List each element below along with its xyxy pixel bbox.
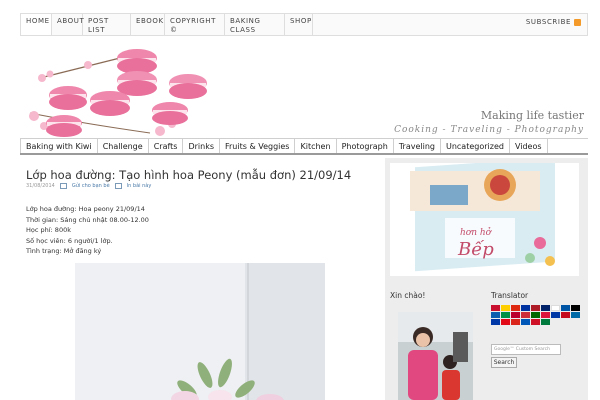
nav-shop[interactable]: SHOP [285,14,313,35]
flag-icon[interactable] [561,312,570,318]
cat-videos[interactable]: Videos [510,139,548,153]
flag-icon[interactable] [501,305,510,311]
nav-home[interactable]: HOME [21,14,52,35]
main-content: Lớp hoa đường: Tạo hình hoa Peony (mẫu đ… [20,158,383,400]
translator-flags [491,305,585,325]
svg-text:hơn hở: hơn hở [460,227,493,238]
post-meta: 31/08/2014 Gửi cho bạn bè In bài này [26,183,151,189]
flag-icon[interactable] [541,319,550,325]
post-body: Lớp hoa đường: Hoa peony 21/09/14 Thời g… [26,204,149,257]
cat-crafts[interactable]: Crafts [149,139,184,153]
search-button[interactable]: Search [491,357,517,368]
author-photo [398,312,473,400]
flag-icon[interactable] [571,305,580,311]
category-nav: Baking with Kiwi Challenge Crafts Drinks… [20,138,588,155]
flag-icon[interactable] [511,319,520,325]
flag-icon[interactable] [491,319,500,325]
post-title[interactable]: Lớp hoa đường: Tạo hình hoa Peony (mẫu đ… [26,168,351,182]
search-input[interactable]: Google™ Custom Search [491,344,561,355]
cat-kitchen[interactable]: Kitchen [295,139,337,153]
ebook-cover-image[interactable]: hơn hở Bếp [390,163,579,276]
flag-icon[interactable] [531,319,540,325]
send-to-friend-link[interactable]: Gửi cho bạn bè [72,183,110,189]
macarons-banner-image[interactable] [20,38,215,138]
flag-icon[interactable] [571,312,580,318]
post-line-class: Lớp hoa đường: Hoa peony 21/09/14 [26,205,145,213]
print-link[interactable]: In bài này [127,183,152,189]
cat-traveling[interactable]: Traveling [394,139,441,153]
flag-icon[interactable] [531,305,540,311]
nav-post-list[interactable]: POST LIST [83,14,131,35]
site-subtagline: Cooking - Traveling - Photography [394,125,584,135]
nav-ebook[interactable]: EBOOK [131,14,165,35]
peony-photo[interactable] [75,263,325,400]
flag-icon[interactable] [501,312,510,318]
rss-icon [574,18,581,26]
flag-icon[interactable] [551,305,560,311]
flag-icon[interactable] [491,312,500,318]
post-line-fee: Học phí: 800k [26,226,71,234]
cat-uncategorized[interactable]: Uncategorized [441,139,510,153]
flag-icon[interactable] [531,312,540,318]
subscribe-link[interactable]: SUBSCRIBE [526,18,581,26]
email-icon [59,183,67,189]
post-line-time: Thời gian: Sáng chủ nhật 08.00-12.00 [26,215,149,224]
print-icon [114,183,122,189]
top-nav: HOME ABOUT POST LIST EBOOK COPYRIGHT © B… [20,13,588,36]
post-line-status: Tình trạng: Mở đăng ký [26,247,102,255]
flag-icon[interactable] [521,319,530,325]
flag-icon[interactable] [551,312,560,318]
subscribe-label: SUBSCRIBE [525,18,571,26]
flag-icon[interactable] [511,305,520,311]
cat-challenge[interactable]: Challenge [98,139,149,153]
cat-photograph[interactable]: Photograph [337,139,394,153]
sidebar: hơn hở Bếp Xin chào! Translator Google™ … [385,158,588,400]
nav-copyright[interactable]: COPYRIGHT © [165,14,225,35]
flag-icon[interactable] [541,305,550,311]
flag-icon[interactable] [491,305,500,311]
site-header: Making life tastier Cooking - Traveling … [20,38,588,138]
nav-baking-class[interactable]: BAKING CLASS [225,14,285,35]
cat-drinks[interactable]: Drinks [183,139,220,153]
flag-icon[interactable] [521,312,530,318]
flag-icon[interactable] [511,312,520,318]
svg-text:Bếp: Bếp [457,239,494,260]
cat-baking-with-kiwi[interactable]: Baking with Kiwi [20,139,98,153]
flag-icon[interactable] [501,319,510,325]
post-line-students: Số học viên: 6 người/1 lớp. [26,236,113,245]
cat-fruits-veggies[interactable]: Fruits & Veggies [220,139,296,153]
xinchao-title: Xin chào! [390,291,426,300]
site-tagline: Making life tastier [480,109,584,122]
flag-icon[interactable] [521,305,530,311]
flag-icon[interactable] [561,305,570,311]
translator-title: Translator [491,291,529,300]
nav-about[interactable]: ABOUT [52,14,84,35]
flag-icon[interactable] [541,312,550,318]
post-date: 31/08/2014 [26,183,55,189]
